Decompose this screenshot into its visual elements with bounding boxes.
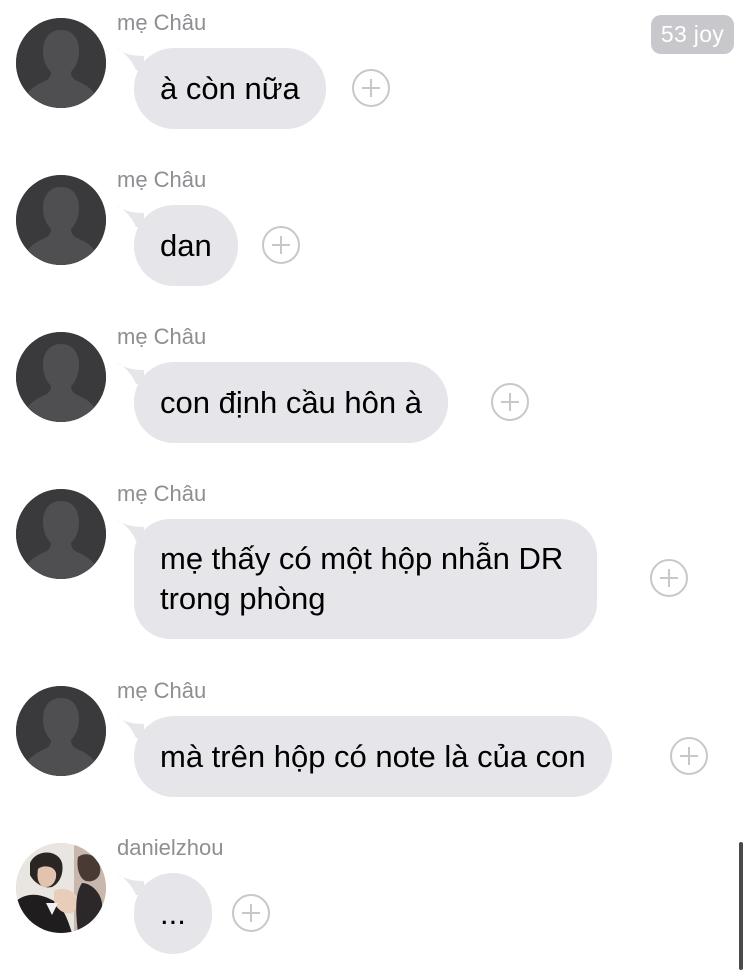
- message-bubble[interactable]: mà trên hộp có note là của con: [134, 716, 612, 797]
- avatar[interactable]: [16, 489, 106, 579]
- sender-name: mẹ Châu: [117, 678, 207, 703]
- avatar[interactable]: [16, 18, 106, 108]
- person-silhouette-icon: [16, 18, 106, 108]
- person-silhouette-icon: [16, 489, 106, 579]
- message-item: mẹ Châu mẹ thấy có một hộp nhẫn DR trong…: [0, 481, 750, 641]
- avatar[interactable]: [16, 332, 106, 422]
- message-line: trong phòng: [160, 581, 326, 616]
- add-reaction-button[interactable]: [670, 737, 708, 775]
- add-reaction-button[interactable]: [491, 383, 529, 421]
- message-item: mẹ Châu mà trên hộp có note là của con: [0, 678, 750, 798]
- sender-name: mẹ Châu: [117, 167, 207, 192]
- person-silhouette-icon: [16, 175, 106, 265]
- person-silhouette-icon: [16, 686, 106, 776]
- add-reaction-button[interactable]: [232, 894, 270, 932]
- avatar[interactable]: [16, 175, 106, 265]
- chat-screen: 53 joy mẹ Châu à còn nữa mẹ Châu dan mẹ …: [0, 0, 750, 970]
- sender-name: mẹ Châu: [117, 324, 207, 349]
- message-item: mẹ Châu dan: [0, 167, 750, 287]
- avatar-photo[interactable]: [16, 843, 106, 933]
- sender-name: danielzhou: [117, 835, 224, 860]
- message-bubble[interactable]: ...: [134, 873, 212, 954]
- message-item: mẹ Châu à còn nữa: [0, 10, 750, 130]
- message-bubble[interactable]: mẹ thấy có một hộp nhẫn DR trong phòng: [134, 519, 598, 639]
- message-bubble[interactable]: à còn nữa: [134, 48, 326, 129]
- profile-photo-icon: [16, 843, 106, 933]
- add-reaction-button[interactable]: [650, 559, 688, 597]
- scrollbar[interactable]: [739, 842, 743, 970]
- add-reaction-button[interactable]: [352, 69, 390, 107]
- message-bubble[interactable]: dan: [134, 205, 238, 286]
- person-silhouette-icon: [16, 332, 106, 422]
- sender-name: mẹ Châu: [117, 481, 207, 506]
- message-line: mẹ thấy có một hộp nhẫn DR: [160, 541, 564, 576]
- message-bubble[interactable]: con định cầu hôn à: [134, 362, 448, 443]
- message-item: mẹ Châu con định cầu hôn à: [0, 324, 750, 444]
- sender-name: mẹ Châu: [117, 10, 207, 35]
- message-item: danielzhou ...: [0, 835, 750, 960]
- add-reaction-button[interactable]: [262, 226, 300, 264]
- avatar[interactable]: [16, 686, 106, 776]
